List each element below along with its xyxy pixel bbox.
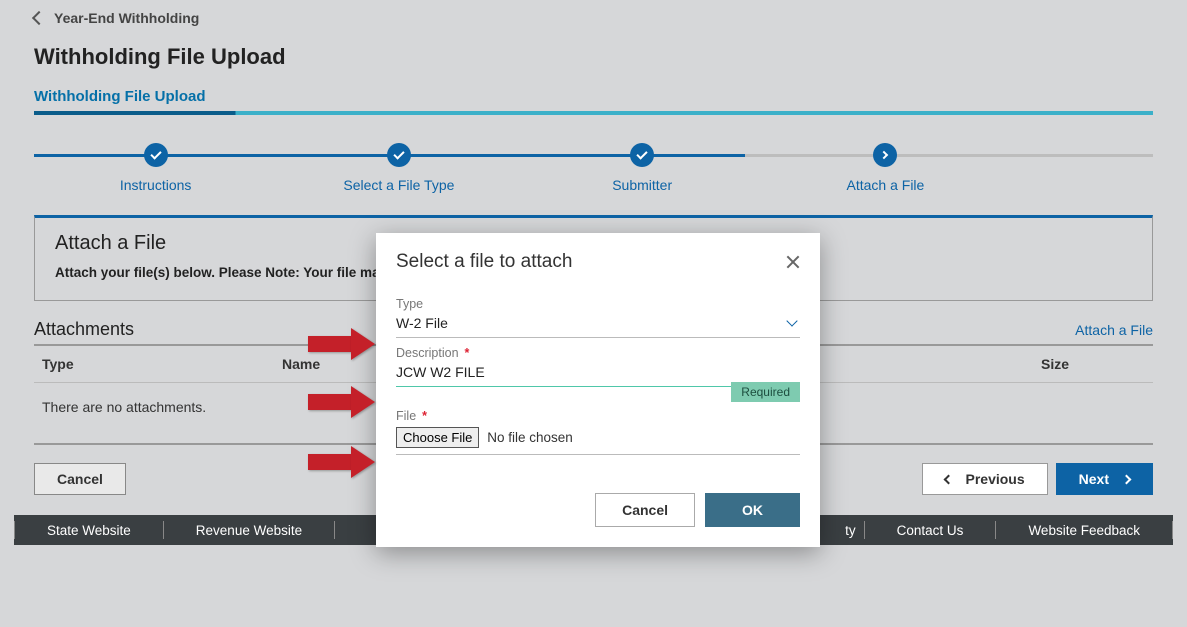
annotation-arrow-icon [308, 386, 378, 418]
section-tab-label: Withholding File Upload [34, 88, 206, 111]
section-tab[interactable]: Withholding File Upload [0, 78, 1187, 111]
previous-button-label: Previous [966, 471, 1025, 487]
chevron-right-icon [1122, 474, 1132, 484]
check-icon [630, 143, 654, 167]
modal-title: Select a file to attach [396, 251, 572, 273]
next-button[interactable]: Next [1056, 463, 1153, 495]
breadcrumb-label: Year-End Withholding [54, 10, 199, 26]
attach-a-file-link[interactable]: Attach a File [1075, 322, 1153, 338]
step-label: Select a File Type [277, 177, 520, 193]
file-input-row: Choose File No file chosen [396, 423, 800, 455]
col-header-size: Size [1033, 346, 1153, 382]
chevron-down-icon [786, 315, 797, 326]
next-button-label: Next [1079, 471, 1109, 487]
step-label: Instructions [34, 177, 277, 193]
footer-link-state-website[interactable]: State Website [15, 523, 163, 538]
check-icon [144, 143, 168, 167]
description-value: JCW W2 FILE [396, 364, 485, 380]
required-badge: Required [731, 382, 800, 402]
chevron-left-icon [943, 474, 953, 484]
annotation-arrow-icon [308, 328, 378, 360]
footer-link-revenue-website[interactable]: Revenue Website [164, 523, 334, 538]
step-instructions[interactable]: Instructions [34, 143, 277, 193]
description-input[interactable]: JCW W2 FILE Required [396, 360, 800, 387]
step-select-file-type[interactable]: Select a File Type [277, 143, 520, 193]
required-star-icon: * [465, 346, 470, 360]
check-icon [387, 143, 411, 167]
step-submitter[interactable]: Submitter [521, 143, 764, 193]
footer-link-contact-us[interactable]: Contact Us [865, 523, 996, 538]
choose-file-button[interactable]: Choose File [396, 427, 479, 448]
attachments-heading: Attachments [34, 319, 134, 340]
type-select-value: W-2 File [396, 315, 448, 331]
step-label: Submitter [521, 177, 764, 193]
type-label: Type [396, 297, 800, 311]
breadcrumb[interactable]: Year-End Withholding [0, 0, 1187, 30]
description-label: Description* [396, 346, 800, 360]
chevron-left-icon [32, 11, 46, 25]
col-header-type: Type [34, 346, 274, 382]
required-star-icon: * [422, 409, 427, 423]
modal-cancel-button[interactable]: Cancel [595, 493, 695, 527]
close-icon[interactable] [786, 255, 800, 269]
step-attach-file[interactable]: Attach a File [764, 143, 1007, 193]
page-title: Withholding File Upload [0, 30, 1187, 78]
footer-link-website-feedback[interactable]: Website Feedback [996, 523, 1172, 538]
cancel-button[interactable]: Cancel [34, 463, 126, 495]
stepper: Instructions Select a File Type Submitte… [34, 115, 1153, 193]
annotation-arrow-icon [308, 446, 378, 478]
previous-button[interactable]: Previous [922, 463, 1048, 495]
no-file-chosen-text: No file chosen [487, 430, 573, 445]
select-file-modal: Select a file to attach Type W-2 File De… [376, 233, 820, 547]
step-label: Attach a File [764, 177, 1007, 193]
type-select[interactable]: W-2 File [396, 311, 800, 338]
file-label: File* [396, 409, 800, 423]
footer-link-partial[interactable]: ty [845, 523, 864, 538]
modal-ok-button[interactable]: OK [705, 493, 800, 527]
chevron-right-icon [873, 143, 897, 167]
